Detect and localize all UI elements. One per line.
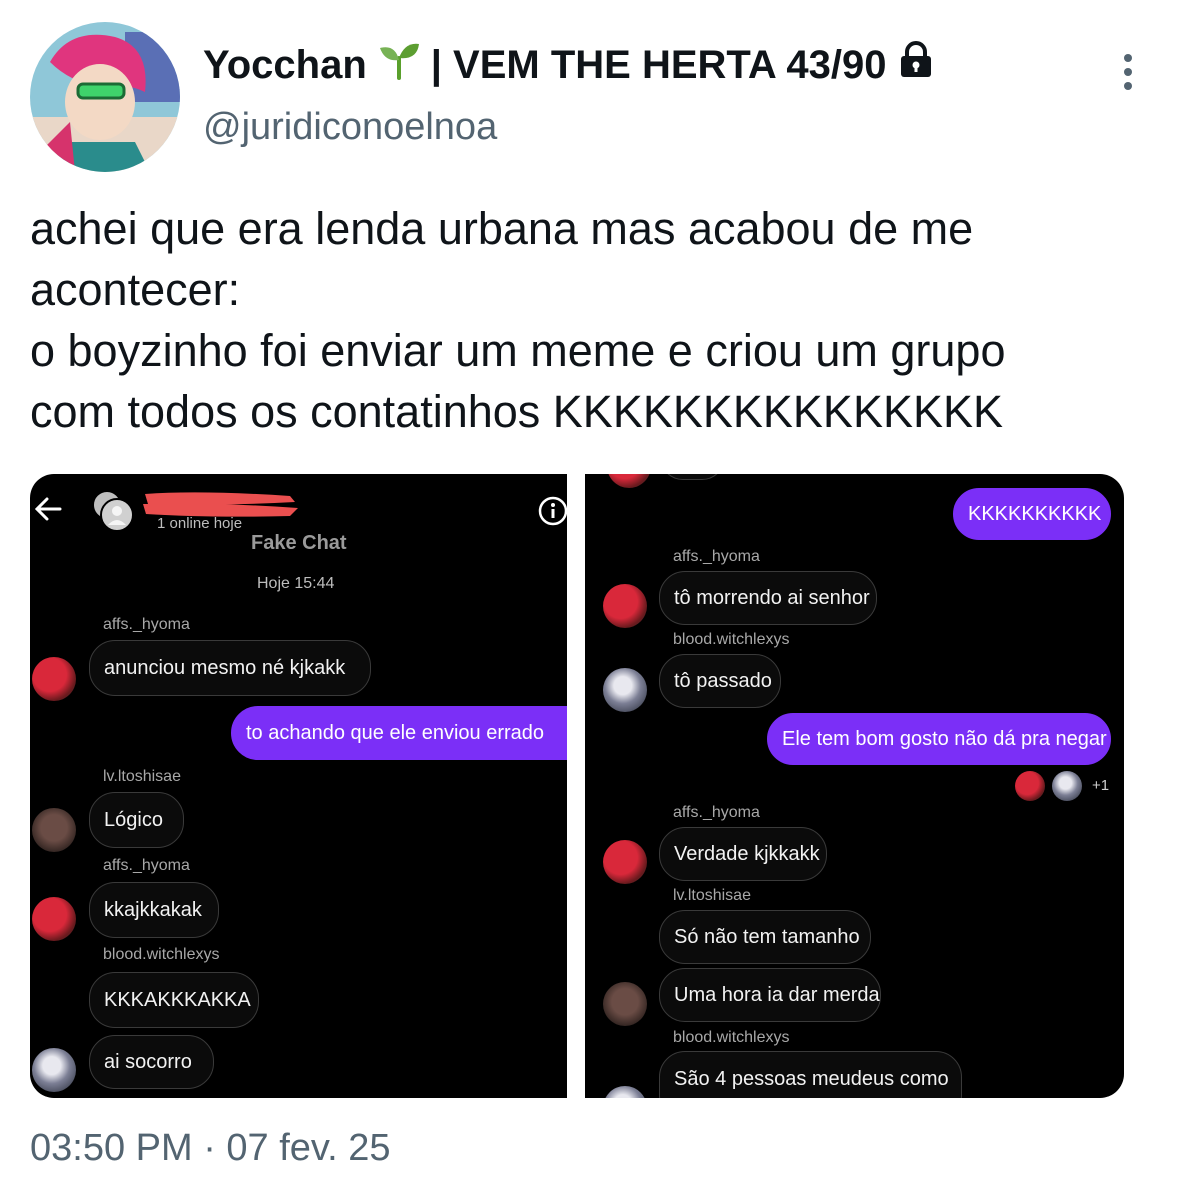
message-bubble-sent[interactable]: Ele tem bom gosto não dá pra negar	[767, 713, 1111, 765]
tweet-timestamp[interactable]: 03:50 PM · 07 fev. 25	[30, 1127, 391, 1170]
message-text: São 4 pessoas meudeus como	[674, 1068, 949, 1090]
message-bubble[interactable]: tô morrendo ai senhor	[659, 571, 877, 625]
chat-screenshot-right[interactable]: KKKKKKKKKK affs._hyoma tô morrendo ai se…	[585, 474, 1124, 1098]
seedling-icon	[377, 40, 421, 90]
info-icon[interactable]	[538, 496, 567, 531]
message-text: tô passado	[674, 669, 772, 692]
avatar[interactable]	[603, 840, 647, 884]
message-text: Lógico	[104, 808, 163, 831]
message-sender: lv.ltoshisae	[103, 768, 181, 785]
avatar[interactable]	[603, 668, 647, 712]
date-divider: Hoje 15:44	[257, 575, 335, 592]
avatar[interactable]	[32, 808, 76, 852]
message-bubble-sent[interactable]: to achando que ele enviou errado	[231, 706, 567, 760]
message-sender: affs._hyoma	[673, 548, 760, 565]
message-sender: affs._hyoma	[103, 857, 190, 874]
author-handle[interactable]: @juridiconoelnoa	[203, 106, 497, 149]
message-bubble[interactable]: Uma hora ia dar merda	[659, 968, 881, 1022]
message-text: Só não tem tamanho	[674, 925, 860, 948]
lock-icon	[897, 41, 935, 89]
message-text: tô morrendo ai senhor	[674, 586, 870, 609]
back-arrow-icon	[34, 496, 62, 527]
display-name-text: Yocchan	[203, 42, 367, 87]
message-text: KKKAKKKAKKA	[104, 988, 251, 1011]
avatar[interactable]	[607, 474, 651, 488]
avatar[interactable]	[32, 657, 76, 701]
message-sender: blood.witchlexys	[673, 1029, 790, 1046]
message-text: kkajkkakak	[104, 898, 202, 921]
author-avatar[interactable]	[30, 22, 180, 172]
online-status: 1 online hoje	[157, 515, 243, 532]
message-bubble[interactable]: kkajkkakak	[89, 882, 219, 938]
name-suffix-text: | VEM THE HERTA 43/90	[430, 42, 887, 87]
seen-count: +1	[1092, 777, 1110, 794]
seen-avatar	[1052, 771, 1082, 801]
redaction-mark	[140, 488, 300, 518]
group-avatar-icon	[90, 488, 136, 534]
message-bubble[interactable]: Verdade kjkkakk	[659, 827, 827, 881]
tweet-text: achei que era lenda urbana mas acabou de…	[30, 203, 1006, 437]
message-sender: lv.ltoshisae	[673, 887, 751, 904]
message-text: ai socorro	[104, 1050, 192, 1073]
message-bubble[interactable]: anunciou mesmo né kjkakk	[89, 640, 371, 696]
message-bubble[interactable]: Lógico	[89, 792, 184, 848]
message-bubble[interactable]: KKKAKKKAKKA	[89, 972, 259, 1028]
message-text: KKKKKKKKKK	[968, 502, 1102, 525]
avatar[interactable]	[32, 1048, 76, 1092]
message-bubble[interactable]: tô passado	[659, 654, 781, 708]
message-text: Ele tem bom gosto não dá pra negar	[782, 727, 1107, 750]
avatar[interactable]	[603, 982, 647, 1026]
message-text: anunciou mesmo né kjkakk	[104, 656, 346, 679]
message-sender: blood.witchlexys	[673, 631, 790, 648]
message-bubble[interactable]: ai socorro	[89, 1035, 214, 1089]
message-bubble-partial	[660, 474, 725, 480]
avatar[interactable]	[32, 897, 76, 941]
author-name[interactable]: Yocchan | VEM THE HERTA 43/90	[203, 40, 935, 90]
seen-avatar	[1015, 771, 1045, 801]
message-bubble[interactable]: São 4 pessoas meudeus como	[659, 1051, 962, 1098]
message-text: to achando que ele enviou errado	[246, 721, 545, 744]
more-options-icon[interactable]	[1116, 54, 1140, 94]
avatar[interactable]	[603, 1086, 647, 1098]
message-bubble-sent[interactable]: KKKKKKKKKK	[953, 488, 1111, 540]
message-sender: affs._hyoma	[103, 616, 190, 633]
message-text: Uma hora ia dar merda	[674, 983, 880, 1006]
chat-name: Fake Chat	[251, 532, 347, 554]
chat-screenshot-left[interactable]: 1 online hoje Fake Chat Hoje 15:44 affs.…	[30, 474, 567, 1098]
message-sender: affs._hyoma	[673, 804, 760, 821]
message-sender: blood.witchlexys	[103, 946, 220, 963]
message-bubble[interactable]: Só não tem tamanho	[659, 910, 871, 964]
message-text: Verdade kjkkakk	[674, 842, 820, 865]
avatar[interactable]	[603, 584, 647, 628]
